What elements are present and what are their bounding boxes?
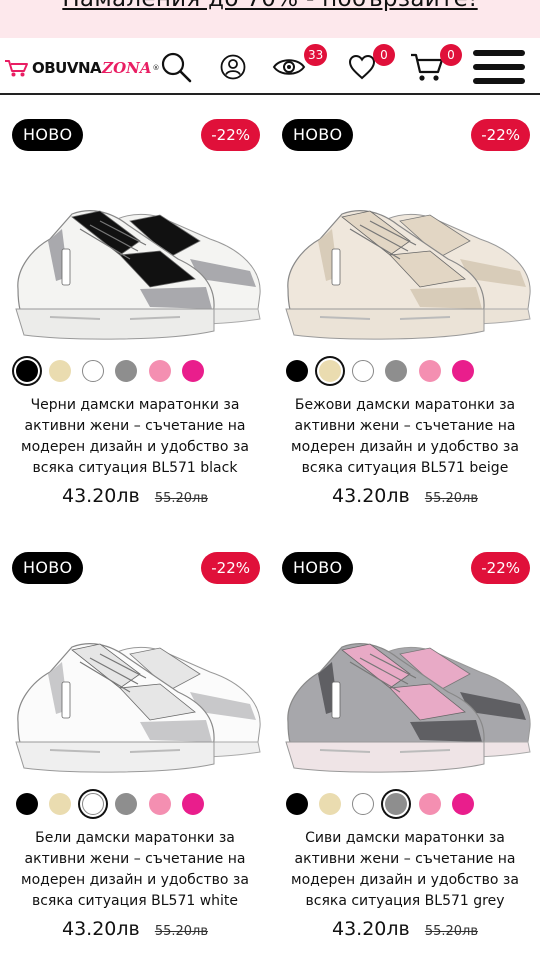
swatch-pink[interactable] xyxy=(419,360,441,382)
product-card[interactable]: НОВО -22% Сиви дамски маратонки за актив… xyxy=(270,552,540,960)
new-badge: НОВО xyxy=(282,552,354,584)
logo-text-obuvna: OBUVNA xyxy=(32,59,102,77)
product-image[interactable] xyxy=(10,592,265,782)
swatch-black[interactable] xyxy=(16,793,38,815)
price-row: 43.20лв 55.20лв xyxy=(0,485,270,507)
color-swatches xyxy=(270,792,540,818)
price-row: 43.20лв 55.20лв xyxy=(270,485,540,507)
eye-icon xyxy=(272,58,306,75)
user-icon xyxy=(220,54,246,79)
product-card[interactable]: НОВО -22% Бежови дамски маратонки за акт… xyxy=(270,119,540,551)
swatch-white[interactable] xyxy=(352,793,374,815)
new-badge: НОВО xyxy=(282,119,354,151)
current-price: 43.20лв xyxy=(61,485,140,507)
promo-banner[interactable]: Намаления до 70% - побързайте! xyxy=(0,0,540,38)
viewed-count-badge: 33 xyxy=(304,44,328,66)
new-badge: НОВО xyxy=(12,552,84,584)
logo-text-zona: ZONA xyxy=(102,59,152,77)
search-button[interactable] xyxy=(158,38,194,95)
current-price: 43.20лв xyxy=(61,918,140,940)
search-icon xyxy=(161,52,192,82)
wishlist-count-badge: 0 xyxy=(373,44,395,66)
current-price: 43.20лв xyxy=(331,485,410,507)
discount-badge: -22% xyxy=(471,119,530,151)
swatch-pink[interactable] xyxy=(149,793,171,815)
heart-icon xyxy=(348,54,376,79)
color-swatches xyxy=(0,792,270,818)
discount-badge: -22% xyxy=(471,552,530,584)
swatch-fuchsia[interactable] xyxy=(452,793,474,815)
product-title[interactable]: Бежови дамски маратонки за активни жени … xyxy=(276,395,534,479)
product-card[interactable]: НОВО -22% Бели дамски маратонки за актив… xyxy=(0,552,270,960)
swatch-beige[interactable] xyxy=(49,793,71,815)
swatch-pink[interactable] xyxy=(419,793,441,815)
old-price: 55.20лв xyxy=(154,491,209,506)
old-price: 55.20лв xyxy=(154,924,209,939)
swatch-grey[interactable] xyxy=(385,793,407,815)
hamburger-menu-icon xyxy=(473,49,525,84)
price-row: 43.20лв 55.20лв xyxy=(0,918,270,940)
logo[interactable]: OBUVNA ZONA ® xyxy=(4,56,160,80)
current-price: 43.20лв xyxy=(331,918,410,940)
swatch-pink[interactable] xyxy=(149,360,171,382)
viewed-products-button[interactable] xyxy=(270,38,308,95)
swatch-fuchsia[interactable] xyxy=(182,793,204,815)
swatch-fuchsia[interactable] xyxy=(452,360,474,382)
swatch-white[interactable] xyxy=(82,360,104,382)
account-button[interactable] xyxy=(218,38,248,95)
swatch-white[interactable] xyxy=(82,793,104,815)
price-row: 43.20лв 55.20лв xyxy=(270,918,540,940)
swatch-white[interactable] xyxy=(352,360,374,382)
new-badge: НОВО xyxy=(12,119,84,151)
swatch-beige[interactable] xyxy=(319,793,341,815)
swatch-black[interactable] xyxy=(286,360,308,382)
color-swatches xyxy=(0,359,270,385)
old-price: 55.20лв xyxy=(424,924,479,939)
site-header: OBUVNA ZONA ® 33 0 0 xyxy=(0,38,540,95)
promo-text[interactable]: Намаления до 70% - побързайте! xyxy=(0,0,540,12)
cart-button[interactable] xyxy=(408,38,446,95)
product-title[interactable]: Сиви дамски маратонки за активни жени – … xyxy=(276,828,534,912)
cart-count-badge: 0 xyxy=(440,44,462,66)
logo-cart-icon xyxy=(5,60,28,77)
product-card[interactable]: НОВО -22% Черни дамски маратонки за акти… xyxy=(0,119,270,551)
product-image[interactable] xyxy=(10,159,265,349)
discount-badge: -22% xyxy=(201,552,260,584)
swatch-grey[interactable] xyxy=(115,793,137,815)
wishlist-button[interactable] xyxy=(346,38,378,95)
swatch-beige[interactable] xyxy=(49,360,71,382)
swatch-fuchsia[interactable] xyxy=(182,360,204,382)
product-title[interactable]: Черни дамски маратонки за активни жени –… xyxy=(6,395,264,479)
color-swatches xyxy=(270,359,540,385)
swatch-black[interactable] xyxy=(286,793,308,815)
swatch-grey[interactable] xyxy=(385,360,407,382)
swatch-grey[interactable] xyxy=(115,360,137,382)
product-image[interactable] xyxy=(280,592,535,782)
discount-badge: -22% xyxy=(201,119,260,151)
swatch-beige[interactable] xyxy=(319,360,341,382)
swatch-black[interactable] xyxy=(16,360,38,382)
product-image[interactable] xyxy=(280,159,535,349)
product-title[interactable]: Бели дамски маратонки за активни жени – … xyxy=(6,828,264,912)
old-price: 55.20лв xyxy=(424,491,479,506)
menu-button[interactable] xyxy=(472,38,526,95)
